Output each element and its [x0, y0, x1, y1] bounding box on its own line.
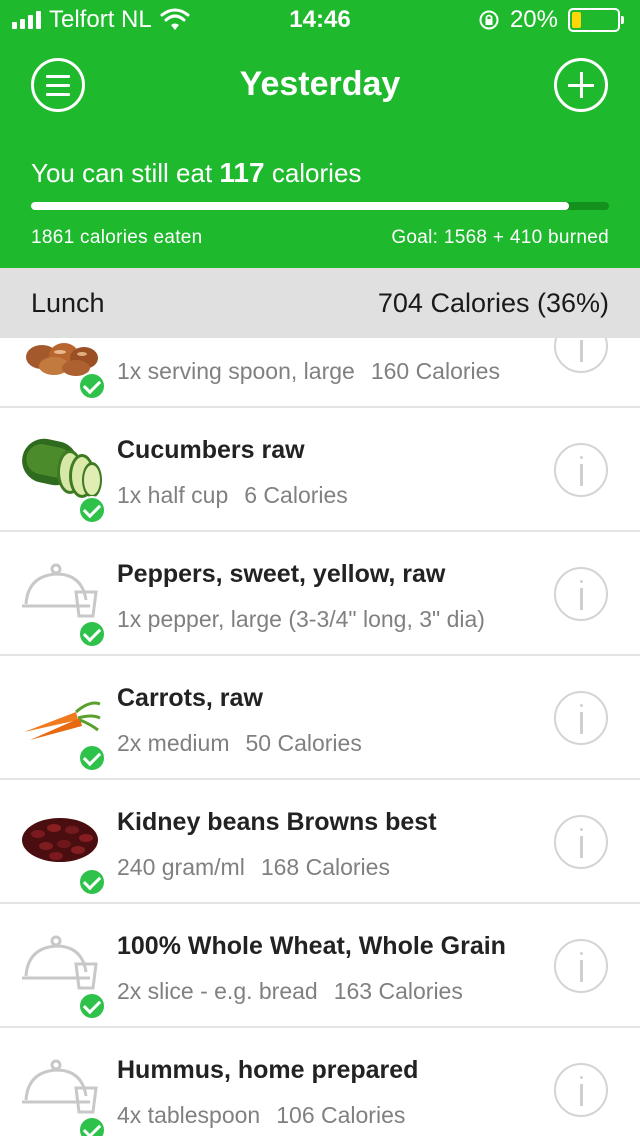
food-serving: 4x tablespoon 106 Calories [117, 1102, 406, 1128]
food-row[interactable]: Peppers, sweet, yellow, raw 1x pepper, l… [0, 532, 640, 656]
food-name: Carrots, raw [117, 684, 263, 712]
info-button[interactable] [554, 1063, 608, 1117]
logged-check-icon [78, 868, 106, 896]
food-name: Peppers, sweet, yellow, raw [117, 560, 446, 588]
battery-percent: 20% [509, 6, 558, 33]
calorie-progress-fill [31, 202, 569, 210]
calories-eaten: 1861 calories eaten [31, 227, 203, 248]
info-button[interactable] [554, 815, 608, 869]
meal-section-header[interactable]: Lunch 704 Calories (36%) [0, 268, 640, 338]
food-name: Hummus, home prepared [117, 1056, 419, 1084]
food-name: 100% Whole Wheat, Whole Grain [117, 932, 506, 960]
logged-check-icon [78, 992, 106, 1020]
remaining-calories: You can still eat 117 calories [31, 157, 361, 189]
info-button[interactable] [554, 567, 608, 621]
food-row[interactable]: 1x serving spoon, large 160 Calories [0, 338, 640, 408]
logged-check-icon [78, 1116, 106, 1136]
food-name: Kidney beans Browns best [117, 808, 437, 836]
food-row[interactable]: Cucumbers raw 1x half cup 6 Calories [0, 408, 640, 532]
food-row[interactable]: 100% Whole Wheat, Whole Grain 2x slice -… [0, 904, 640, 1028]
food-name: Cucumbers raw [117, 436, 305, 464]
battery-level [572, 12, 581, 28]
header: Telfort NL 14:46 20% Yesterday You can s… [0, 0, 640, 268]
page-title: Yesterday [239, 65, 401, 103]
remaining-prefix: You can still eat [31, 158, 213, 188]
food-serving: 1x half cup 6 Calories [117, 482, 348, 508]
food-serving: 240 gram/ml 168 Calories [117, 854, 390, 880]
info-button[interactable] [554, 939, 608, 993]
food-row[interactable]: Hummus, home prepared 4x tablespoon 106 C… [0, 1028, 640, 1136]
food-serving: 2x slice - e.g. bread 163 Calories [117, 978, 463, 1004]
logged-check-icon [78, 620, 106, 648]
orientation-lock-icon [479, 10, 499, 30]
battery-icon [568, 8, 624, 32]
calorie-progress-bar [31, 202, 609, 210]
info-button[interactable] [554, 338, 608, 373]
food-serving: 2x medium 50 Calories [117, 730, 362, 756]
info-button[interactable] [554, 443, 608, 497]
add-button[interactable] [554, 58, 608, 112]
food-list: 1x serving spoon, large 160 Calories Cucu… [0, 338, 640, 1136]
logged-check-icon [78, 496, 106, 524]
info-button[interactable] [554, 691, 608, 745]
nav-bar: Yesterday [0, 52, 640, 116]
food-serving: 1x pepper, large (3-3/4" long, 3" dia) [117, 606, 485, 632]
food-row[interactable]: Kidney beans Browns best 240 gram/ml 168 … [0, 780, 640, 904]
logged-check-icon [78, 744, 106, 772]
food-row[interactable]: Carrots, raw 2x medium 50 Calories [0, 656, 640, 780]
calorie-goal: Goal: 1568 + 410 burned [391, 227, 609, 248]
meal-name: Lunch [31, 288, 105, 318]
remaining-value: 117 [219, 157, 265, 188]
logged-check-icon [78, 372, 106, 400]
remaining-suffix: calories [271, 158, 362, 188]
status-bar: Telfort NL 14:46 20% [0, 0, 640, 40]
food-serving: 1x serving spoon, large 160 Calories [117, 358, 500, 384]
meal-calories: 704 Calories (36%) [377, 288, 609, 318]
